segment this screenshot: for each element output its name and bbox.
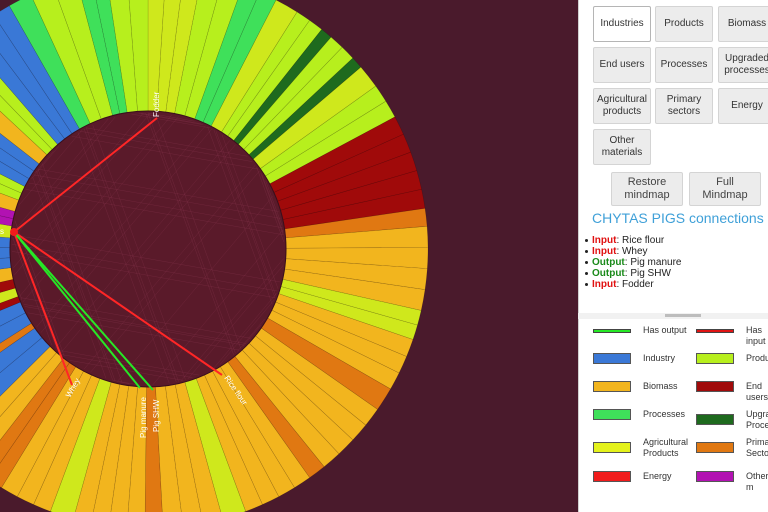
legend-item-upgraded-processes: Upgraded Processes xyxy=(696,409,768,435)
legend-item-other-m: Other m xyxy=(696,471,768,497)
category-button-end-users[interactable]: End users xyxy=(593,47,651,83)
legend-label: Energy xyxy=(643,471,672,481)
legend-item-end-users: End users xyxy=(696,381,768,407)
restore-mindmap-button[interactable]: Restore mindmap xyxy=(611,172,683,206)
legend-label: End users xyxy=(746,381,768,402)
legend-item-has-output: Has output xyxy=(593,325,693,351)
category-button-industries[interactable]: Industries xyxy=(593,6,651,42)
bullet-icon xyxy=(585,249,588,253)
legend-swatch xyxy=(593,442,631,453)
legend-label: Upgraded Processes xyxy=(746,409,768,430)
legend-swatch xyxy=(593,471,631,482)
legend-label: Has output xyxy=(643,325,687,335)
side-panel: Industries Products Biomass End users Proces… xyxy=(578,0,768,512)
category-button-primary-sectors[interactable]: Primary sectors xyxy=(655,88,713,124)
legend-item-primary-sectors: Primary Sectors xyxy=(696,437,768,463)
node-label-focus[interactable]: s xyxy=(0,227,4,236)
bullet-icon xyxy=(585,260,588,264)
connection-value: : Whey xyxy=(616,246,648,257)
legend-label: Other m xyxy=(746,471,768,492)
legend-item-energy: Energy xyxy=(593,471,693,497)
legend-swatch xyxy=(696,329,734,333)
legend-item-processes: Processes xyxy=(593,409,693,435)
connections-list: Input: Rice flour Input: Whey Output: Pig … xyxy=(585,235,681,290)
node-label-pig-shw[interactable]: Pig SHW xyxy=(152,399,161,432)
bullet-icon xyxy=(585,238,588,242)
circular-mindmap[interactable]: Fodder Whey Pig manure Pig SHW Rice flou… xyxy=(0,0,576,512)
category-button-processes[interactable]: Processes xyxy=(655,47,713,83)
legend-label: Products xyxy=(746,353,768,363)
node-label-pig-manure[interactable]: Pig manure xyxy=(139,397,148,438)
legend-label: Processes xyxy=(643,409,686,419)
legend-swatch xyxy=(696,381,734,392)
connection-item: Output: Pig SHW xyxy=(585,268,681,279)
legend-label: Has input xyxy=(746,325,766,346)
connection-value: : Pig manure xyxy=(624,257,682,268)
connection-value: : Rice flour xyxy=(616,235,665,246)
legend-label: Biomass xyxy=(643,381,678,391)
legend-item-agricultural-products: Agricultural Products xyxy=(593,437,693,463)
legend-swatch xyxy=(696,442,734,453)
legend-item-products: Products xyxy=(696,353,768,379)
category-button-biomass[interactable]: Biomass xyxy=(718,6,768,42)
legend-item-industry: Industry xyxy=(593,353,693,379)
connection-value: : Pig SHW xyxy=(624,268,671,279)
legend-swatch xyxy=(593,329,631,333)
legend-panel: Has output Has input Industry Products Bioma… xyxy=(578,319,768,512)
bullet-icon xyxy=(585,271,588,275)
legend-label: Industry xyxy=(643,353,676,363)
filter-panel: Industries Products Biomass End users Proces… xyxy=(578,0,768,314)
legend-swatch xyxy=(593,381,631,392)
category-button-agricultural-products[interactable]: Agricultural products xyxy=(593,88,651,124)
connection-kind: Output xyxy=(592,268,625,279)
connection-item: Output: Pig manure xyxy=(585,257,681,268)
category-button-other-materials[interactable]: Other materials xyxy=(593,129,651,165)
divider-grip[interactable] xyxy=(665,314,701,317)
connection-kind: Input xyxy=(592,235,617,246)
category-button-energy[interactable]: Energy xyxy=(718,88,768,124)
connection-item: Input: Fodder xyxy=(585,279,681,290)
legend-swatch xyxy=(696,353,734,364)
legend-label: Agricultural Products xyxy=(643,437,689,458)
full-mindmap-button[interactable]: Full Mindmap xyxy=(689,172,761,206)
focus-node-marker[interactable] xyxy=(10,228,18,236)
connection-item: Input: Whey xyxy=(585,246,681,257)
legend-swatch xyxy=(696,414,734,425)
legend-swatch xyxy=(696,471,734,482)
connections-title: CHYTAS PIGS connections (5) xyxy=(592,210,768,226)
connection-kind: Output xyxy=(592,257,625,268)
legend-label: Primary Sectors xyxy=(746,437,768,458)
legend-item-biomass: Biomass xyxy=(593,381,693,407)
legend-swatch xyxy=(593,409,631,420)
legend-swatch xyxy=(593,353,631,364)
connection-kind: Input xyxy=(592,279,617,290)
connection-item: Input: Rice flour xyxy=(585,235,681,246)
node-label-fodder[interactable]: Fodder xyxy=(152,91,161,117)
connection-value: : Fodder xyxy=(616,279,654,290)
bullet-icon xyxy=(585,282,588,286)
legend-item-has-input: Has input xyxy=(696,325,768,351)
category-button-upgraded-processes[interactable]: Upgraded processes xyxy=(718,47,768,83)
mindmap-visualization[interactable]: Fodder Whey Pig manure Pig SHW Rice flou… xyxy=(0,0,576,512)
category-button-products[interactable]: Products xyxy=(655,6,713,42)
connection-kind: Input xyxy=(592,246,617,257)
